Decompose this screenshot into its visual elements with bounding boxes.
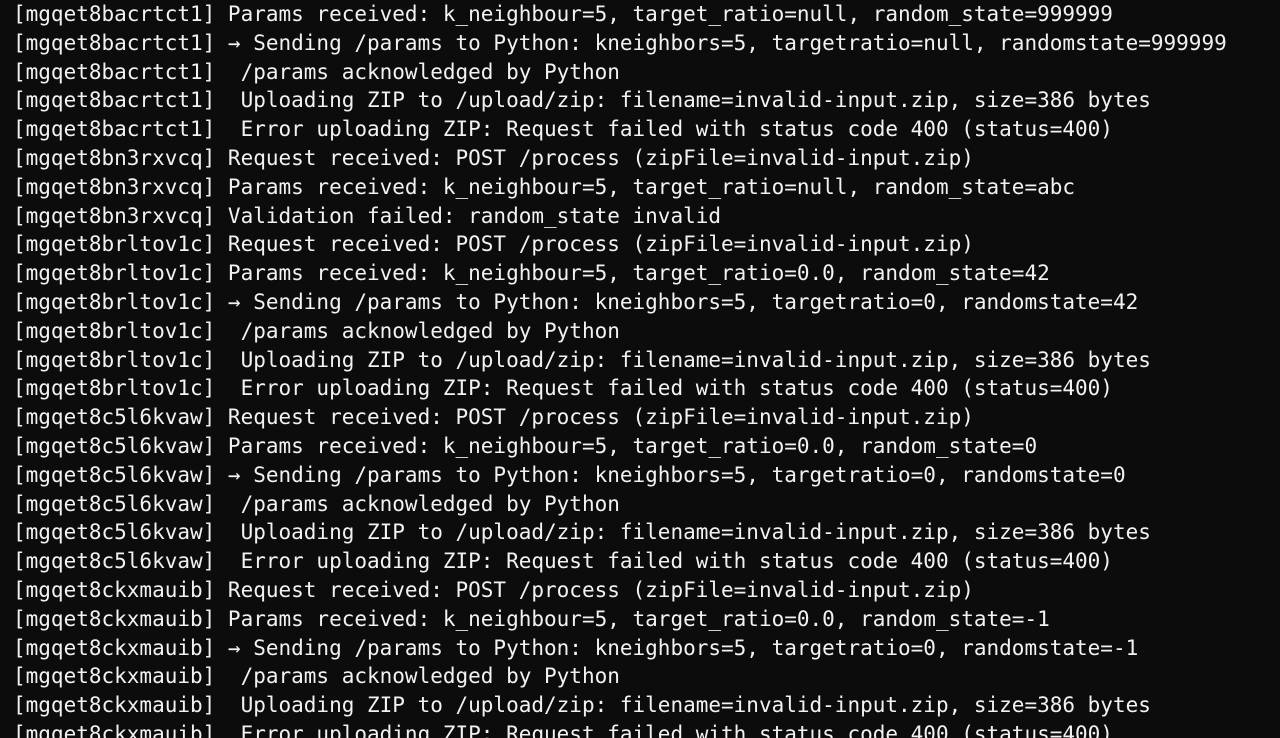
log-lines: [mgqet8bacrtct1] Params received: k_neig… <box>13 0 1280 738</box>
log-line: [mgqet8c5l6kvaw] Error uploading ZIP: Re… <box>13 549 1113 574</box>
log-line: [mgqet8bn3rxvcq] Request received: POST … <box>13 145 974 170</box>
log-line: [mgqet8bacrtct1] /params acknowledged by… <box>13 59 620 84</box>
log-line: [mgqet8ckxmauib] Params received: k_neig… <box>13 606 1050 631</box>
log-line: [mgqet8bacrtct1] Uploading ZIP to /uploa… <box>13 88 1151 113</box>
log-line: [mgqet8bacrtct1] Params received: k_neig… <box>13 2 1113 26</box>
log-line: [mgqet8bn3rxvcq] Validation failed: rand… <box>13 203 722 228</box>
log-line: [mgqet8c5l6kvaw] Uploading ZIP to /uploa… <box>13 520 1151 545</box>
log-line: [mgqet8c5l6kvaw] /params acknowledged by… <box>13 491 620 516</box>
log-line: [mgqet8ckxmauib] Error uploading ZIP: Re… <box>13 721 1113 738</box>
log-line: [mgqet8brltov1c] → Sending /params to Py… <box>13 289 1139 314</box>
log-line: [mgqet8bacrtct1] Error uploading ZIP: Re… <box>13 117 1113 142</box>
log-line: [mgqet8ckxmauib] → Sending /params to Py… <box>13 635 1139 660</box>
log-line: [mgqet8bn3rxvcq] Params received: k_neig… <box>13 174 1076 199</box>
log-line: [mgqet8ckxmauib] /params acknowledged by… <box>13 664 620 689</box>
log-line: [mgqet8ckxmauib] Request received: POST … <box>13 577 974 602</box>
log-line: [mgqet8brltov1c] /params acknowledged by… <box>13 318 620 343</box>
log-line: [mgqet8c5l6kvaw] → Sending /params to Py… <box>13 462 1126 487</box>
log-line: [mgqet8brltov1c] Error uploading ZIP: Re… <box>13 376 1113 401</box>
terminal-output[interactable]: [mgqet8bacrtct1] Params received: k_neig… <box>0 0 1280 738</box>
log-line: [mgqet8brltov1c] Params received: k_neig… <box>13 261 1050 286</box>
log-line: [mgqet8brltov1c] Uploading ZIP to /uploa… <box>13 347 1151 372</box>
log-line: [mgqet8brltov1c] Request received: POST … <box>13 232 974 257</box>
log-line: [mgqet8ckxmauib] Uploading ZIP to /uploa… <box>13 693 1151 718</box>
log-line: [mgqet8c5l6kvaw] Params received: k_neig… <box>13 433 1038 458</box>
log-line: [mgqet8c5l6kvaw] Request received: POST … <box>13 405 974 430</box>
log-line: [mgqet8bacrtct1] → Sending /params to Py… <box>13 30 1227 55</box>
